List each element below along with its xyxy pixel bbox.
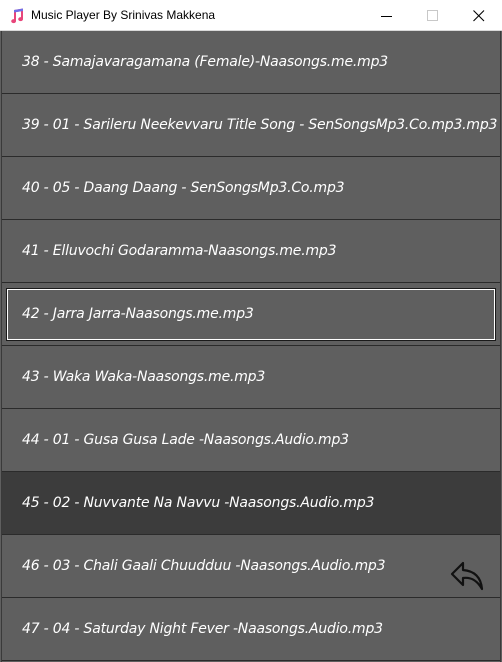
song-item[interactable]: 38 - Samajavaragamana (Female)-Naasongs.… xyxy=(2,31,500,94)
back-button[interactable] xyxy=(449,560,485,592)
song-title: 41 - Elluvochi Godaramma-Naasongs.me.mp3 xyxy=(22,243,337,259)
maximize-icon xyxy=(427,10,438,21)
minimize-icon xyxy=(381,16,392,17)
song-item-highlighted[interactable]: 45 - 02 - Nuvvante Na Navvu -Naasongs.Au… xyxy=(2,472,500,535)
song-item[interactable]: 41 - Elluvochi Godaramma-Naasongs.me.mp3 xyxy=(2,220,500,283)
song-title: 40 - 05 - Daang Daang - SenSongsMp3.Co.m… xyxy=(22,180,345,196)
song-list[interactable]: 38 - Samajavaragamana (Female)-Naasongs.… xyxy=(1,31,501,662)
song-item[interactable]: 39 - 01 - Sarileru Neekevvaru Title Song… xyxy=(2,94,500,157)
close-button[interactable] xyxy=(456,0,502,31)
song-title: 44 - 01 - Gusa Gusa Lade -Naasongs.Audio… xyxy=(22,432,349,448)
title-bar: Music Player By Srinivas Makkena xyxy=(0,0,502,31)
song-item-selected[interactable]: 42 - Jarra Jarra-Naasongs.me.mp3 xyxy=(2,283,500,346)
back-arrow-icon xyxy=(450,561,484,591)
song-item[interactable]: 46 - 03 - Chali Gaali Chuudduu -Naasongs… xyxy=(2,535,500,598)
close-icon xyxy=(473,10,485,22)
song-item[interactable]: 44 - 01 - Gusa Gusa Lade -Naasongs.Audio… xyxy=(2,409,500,472)
song-title: 39 - 01 - Sarileru Neekevvaru Title Song… xyxy=(22,117,498,133)
song-title: 42 - Jarra Jarra-Naasongs.me.mp3 xyxy=(22,306,254,322)
song-title: 45 - 02 - Nuvvante Na Navvu -Naasongs.Au… xyxy=(22,495,375,511)
song-title: 47 - 04 - Saturday Night Fever -Naasongs… xyxy=(22,621,383,637)
song-item[interactable]: 47 - 04 - Saturday Night Fever -Naasongs… xyxy=(2,598,500,661)
maximize-button[interactable] xyxy=(410,0,456,31)
music-note-icon xyxy=(11,8,24,24)
song-item[interactable]: 43 - Waka Waka-Naasongs.me.mp3 xyxy=(2,346,500,409)
song-item[interactable]: 40 - 05 - Daang Daang - SenSongsMp3.Co.m… xyxy=(2,157,500,220)
window-title: Music Player By Srinivas Makkena xyxy=(31,8,216,22)
minimize-button[interactable] xyxy=(364,0,410,31)
song-title: 43 - Waka Waka-Naasongs.me.mp3 xyxy=(22,369,266,385)
song-title: 46 - 03 - Chali Gaali Chuudduu -Naasongs… xyxy=(22,558,386,574)
song-title: 38 - Samajavaragamana (Female)-Naasongs.… xyxy=(22,54,388,70)
